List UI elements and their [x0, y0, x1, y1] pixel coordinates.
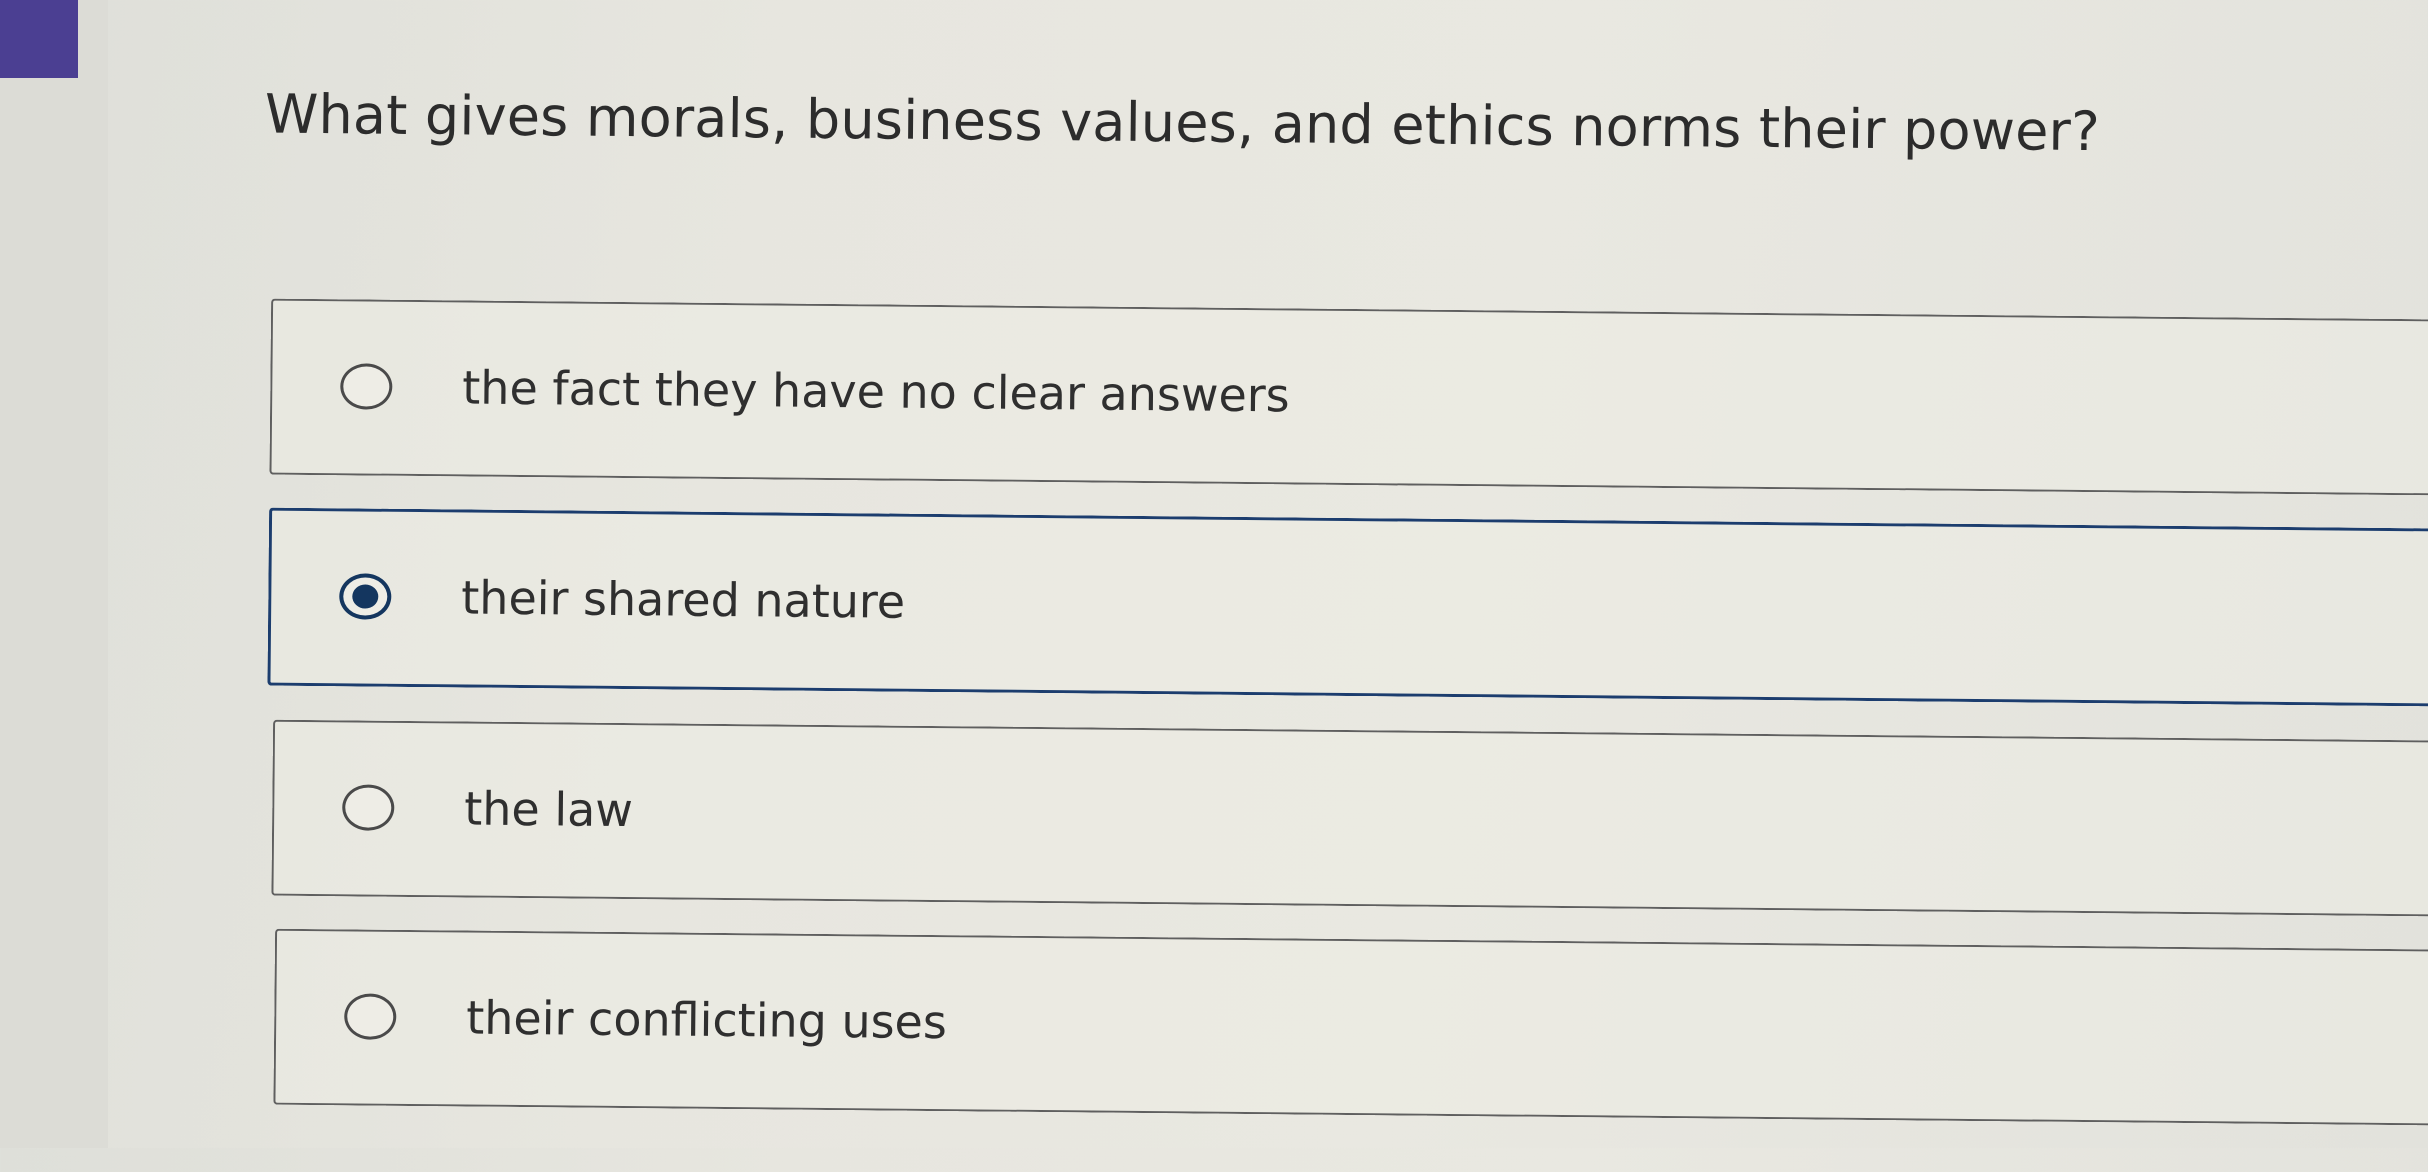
question-text: What gives morals, business values, and … — [264, 82, 2101, 164]
radio-button-4[interactable] — [344, 993, 397, 1040]
answer-option-1[interactable]: the fact they have no clear answers — [269, 298, 2428, 496]
radio-button-3[interactable] — [342, 784, 395, 831]
answer-option-3-label: the law — [464, 781, 634, 838]
answer-option-4-label: their conflicting uses — [465, 990, 948, 1050]
radio-button-2-selected[interactable] — [339, 573, 392, 620]
quiz-question-panel: What gives morals, business values, and … — [0, 0, 2428, 1171]
answer-option-2-label: their shared nature — [461, 570, 906, 629]
answer-option-1-label: the fact they have no clear answers — [462, 360, 1290, 423]
radio-button-1[interactable] — [340, 363, 393, 410]
answer-option-4[interactable]: their conflicting uses — [273, 928, 2428, 1126]
answer-option-3[interactable]: the law — [271, 719, 2428, 917]
answer-option-2[interactable]: their shared nature — [267, 507, 2428, 707]
